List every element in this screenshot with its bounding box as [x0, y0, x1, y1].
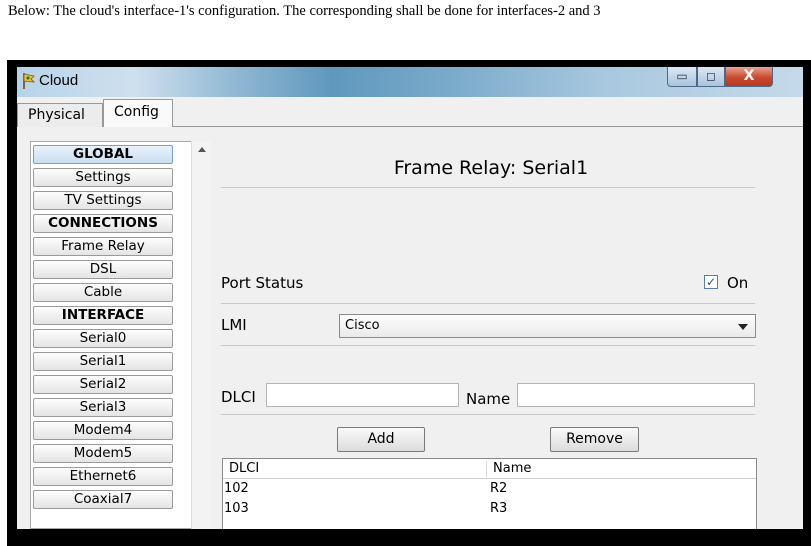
- dlci-label: DLCI: [221, 388, 256, 406]
- caption-text: Below: The cloud's interface-1's configu…: [8, 3, 601, 19]
- dlci-table: DLCI Name 102 R2 103 R3: [222, 458, 757, 529]
- sidebar: GLOBAL Settings TV Settings CONNECTIONS …: [30, 141, 194, 529]
- sidebar-header-interface[interactable]: INTERFACE: [33, 306, 173, 325]
- sidebar-item-ethernet6[interactable]: Ethernet6: [33, 467, 173, 486]
- sidebar-header-connections[interactable]: CONNECTIONS: [33, 214, 173, 233]
- table-row[interactable]: 102 R2: [223, 479, 756, 499]
- table-cell-dlci: 103: [224, 501, 249, 516]
- title-bar[interactable]: Cloud ▭ ◻ X: [17, 67, 803, 97]
- sidebar-item-settings[interactable]: Settings: [33, 168, 173, 187]
- tab-config[interactable]: Config: [103, 99, 173, 128]
- sidebar-item-serial3[interactable]: Serial3: [33, 398, 173, 417]
- lmi-label: LMI: [221, 316, 247, 334]
- table-row[interactable]: 103 R3: [223, 499, 756, 519]
- sidebar-item-tv-settings[interactable]: TV Settings: [33, 191, 173, 210]
- app-icon: [23, 73, 36, 89]
- sidebar-item-serial2[interactable]: Serial2: [33, 375, 173, 394]
- table-cell-dlci: 102: [224, 481, 249, 496]
- close-button[interactable]: X: [725, 67, 773, 87]
- column-divider: [486, 461, 487, 477]
- sidebar-item-cable[interactable]: Cable: [33, 283, 173, 302]
- frame-relay-panel: Frame Relay: Serial1 Port Status ✓ On LM…: [221, 141, 773, 529]
- divider: [221, 303, 755, 304]
- sidebar-item-modem5[interactable]: Modem5: [33, 444, 173, 463]
- column-header-dlci[interactable]: DLCI: [229, 461, 259, 476]
- name-input[interactable]: [517, 383, 755, 407]
- sidebar-item-frame-relay[interactable]: Frame Relay: [33, 237, 173, 256]
- add-button[interactable]: Add: [337, 427, 425, 452]
- cloud-window: Cloud ▭ ◻ X Physical Config GLOBAL Setti…: [17, 67, 803, 529]
- dlci-input[interactable]: [266, 383, 459, 407]
- table-cell-name: R3: [490, 501, 508, 516]
- tab-bar: Physical Config: [17, 97, 803, 128]
- sidebar-item-modem4[interactable]: Modem4: [33, 421, 173, 440]
- remove-button[interactable]: Remove: [550, 427, 639, 452]
- port-status-label: Port Status: [221, 274, 304, 292]
- table-cell-name: R2: [490, 481, 508, 496]
- name-label: Name: [466, 390, 511, 408]
- chevron-down-icon: [738, 324, 748, 330]
- sidebar-item-coaxial7[interactable]: Coaxial7: [33, 490, 173, 509]
- lmi-select-value: Cisco: [345, 318, 380, 333]
- sidebar-scrollbar[interactable]: [191, 141, 211, 529]
- maximize-button[interactable]: ◻: [697, 67, 725, 87]
- minimize-button[interactable]: ▭: [667, 67, 697, 87]
- port-status-checkbox[interactable]: ✓: [704, 275, 718, 289]
- divider: [221, 414, 755, 415]
- sidebar-item-serial1[interactable]: Serial1: [33, 352, 173, 371]
- tab-physical[interactable]: Physical: [17, 103, 103, 127]
- column-header-name[interactable]: Name: [493, 461, 531, 476]
- table-header: DLCI Name: [223, 459, 756, 479]
- port-status-on-label: On: [727, 274, 749, 292]
- window-title: Cloud: [39, 72, 79, 89]
- scroll-up-arrow-icon[interactable]: [198, 147, 206, 152]
- divider: [221, 345, 755, 346]
- sidebar-item-serial0[interactable]: Serial0: [33, 329, 173, 348]
- sidebar-header-global[interactable]: GLOBAL: [33, 145, 173, 164]
- sidebar-item-dsl[interactable]: DSL: [33, 260, 173, 279]
- lmi-select[interactable]: Cisco: [339, 314, 756, 338]
- divider: [221, 187, 755, 188]
- panel-title: Frame Relay: Serial1: [393, 157, 589, 179]
